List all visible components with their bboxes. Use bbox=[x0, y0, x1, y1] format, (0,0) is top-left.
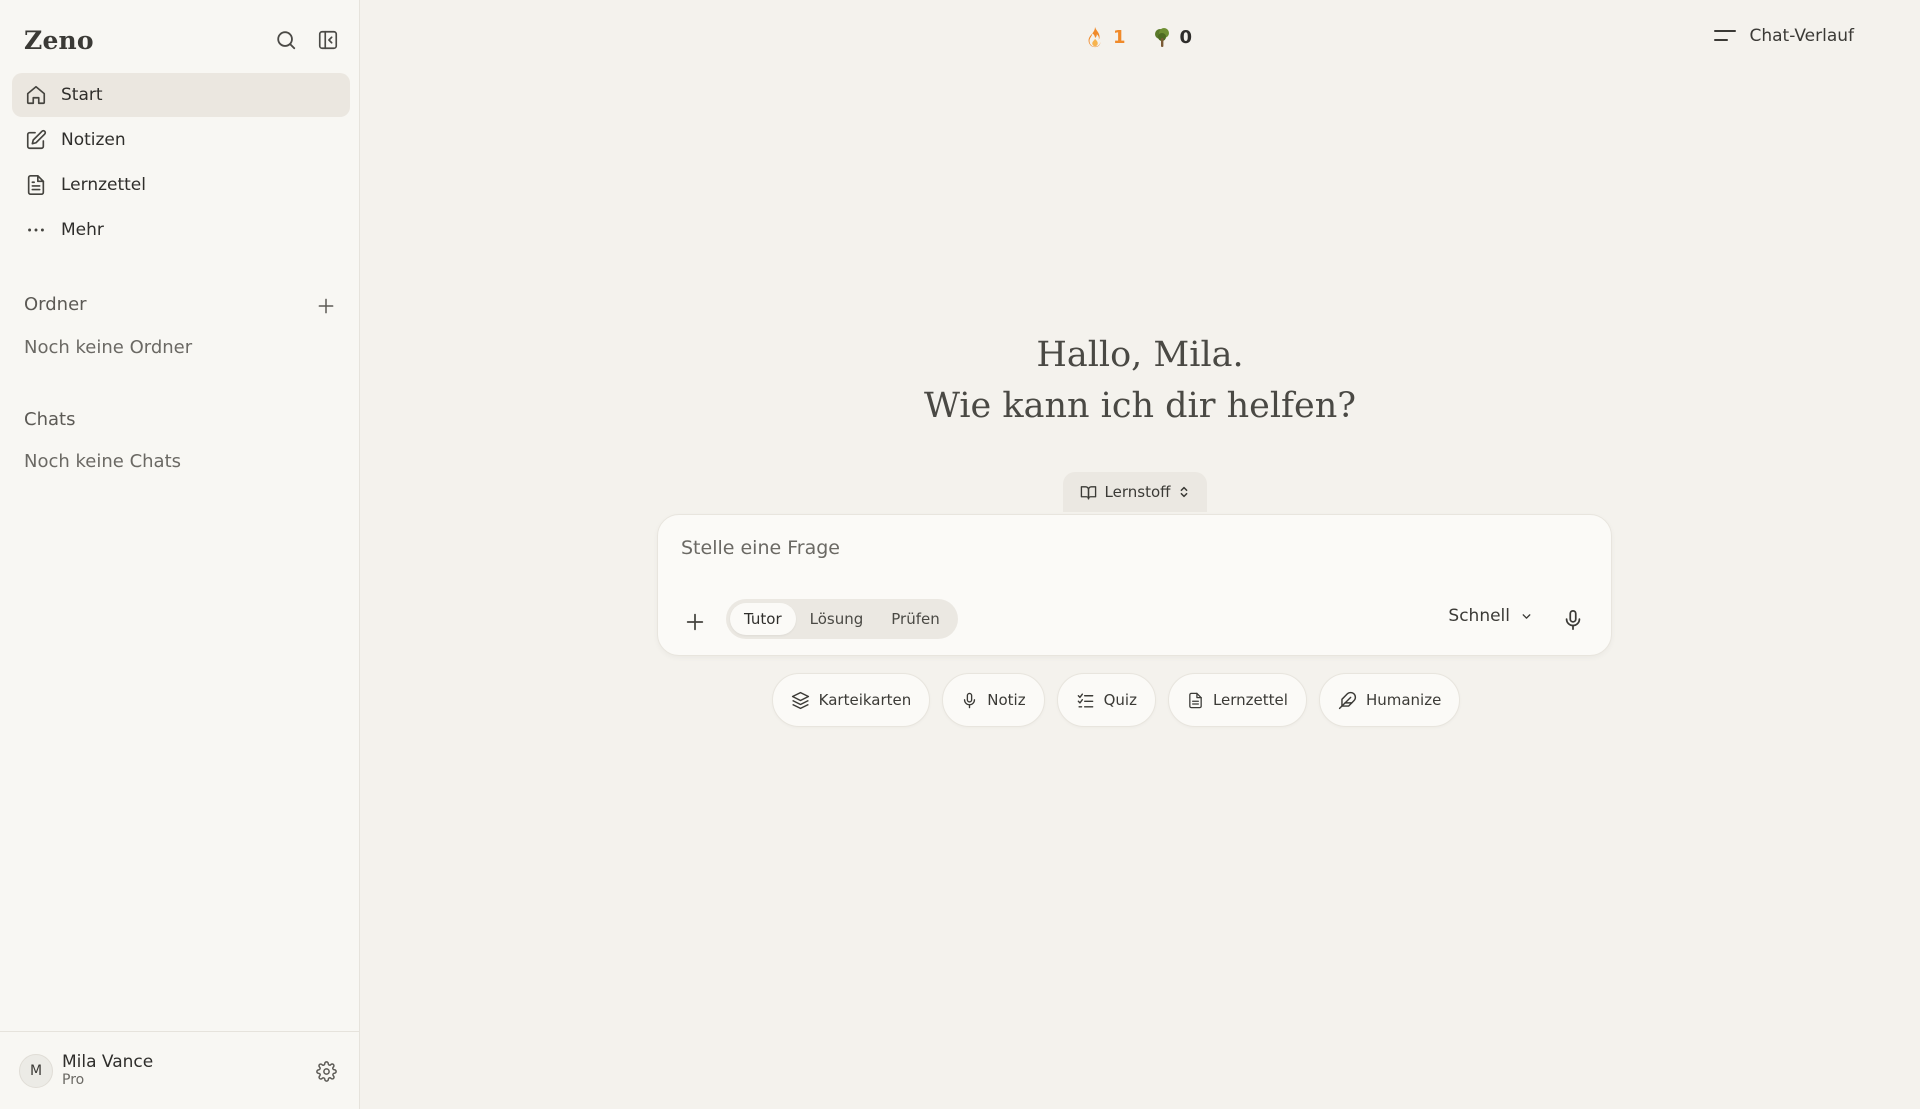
sidebar-item-label: Lernzettel bbox=[61, 175, 146, 195]
sidebar-item-label: Mehr bbox=[61, 220, 104, 240]
flame-icon bbox=[1088, 26, 1101, 48]
mode-pruefen[interactable]: Prüfen bbox=[877, 603, 953, 635]
mode-switcher: Tutor Lösung Prüfen bbox=[726, 599, 958, 639]
greeting-line-2: Wie kann ich dir helfen? bbox=[923, 386, 1356, 426]
add-attachment-icon[interactable] bbox=[681, 608, 709, 636]
sidebar-header: Zeno bbox=[24, 22, 341, 58]
streak-value: 1 bbox=[1113, 26, 1126, 48]
sidebar-item-notizen[interactable]: Notizen bbox=[12, 118, 350, 162]
sidebar-item-lernzettel[interactable]: Lernzettel bbox=[12, 163, 350, 207]
lernstoff-selector[interactable]: Lernstoff bbox=[1063, 472, 1207, 512]
feather-icon bbox=[1338, 691, 1357, 709]
sidebar-nav: Start Notizen Lernzettel Mehr bbox=[12, 73, 350, 253]
document-icon bbox=[24, 173, 48, 197]
home-icon bbox=[24, 83, 48, 107]
avatar[interactable]: M bbox=[19, 1053, 53, 1088]
greeting: Hallo, Mila. Wie kann ich dir helfen? bbox=[360, 330, 1920, 432]
brand-logo[interactable]: Zeno bbox=[24, 26, 94, 55]
chevron-updown-icon bbox=[1181, 486, 1188, 498]
action-karteikarten[interactable]: Karteikarten bbox=[771, 673, 931, 727]
microphone-icon bbox=[964, 692, 976, 708]
mode-loesung[interactable]: Lösung bbox=[796, 603, 878, 635]
layers-icon bbox=[791, 691, 809, 709]
action-label: Quiz bbox=[1103, 691, 1137, 709]
tree-counter[interactable]: 0 bbox=[1152, 26, 1193, 48]
user-info[interactable]: Mila Vance Pro bbox=[62, 1052, 153, 1089]
chats-empty-text: Noch keine Chats bbox=[24, 451, 182, 472]
streak-counter[interactable]: 1 bbox=[1085, 26, 1126, 48]
lernstoff-label: Lernstoff bbox=[1104, 483, 1171, 501]
chat-composer: Tutor Lösung Prüfen Schnell bbox=[657, 514, 1612, 656]
action-label: Karteikarten bbox=[818, 691, 912, 709]
collapse-sidebar-icon[interactable] bbox=[315, 27, 341, 53]
document-icon bbox=[1189, 692, 1202, 708]
menu-lines-icon bbox=[1714, 30, 1737, 41]
tree-value: 0 bbox=[1179, 26, 1193, 48]
main-area: 1 0 Chat-Verlauf Hallo, Mila. Wie kann i… bbox=[360, 0, 1920, 1109]
speed-label: Schnell bbox=[1448, 606, 1510, 626]
sidebar-item-label: Start bbox=[61, 85, 103, 105]
mode-tutor[interactable]: Tutor bbox=[730, 603, 796, 635]
quick-actions: Karteikarten Notiz Quiz Lernzettel Human… bbox=[360, 673, 1920, 727]
action-lernzettel[interactable]: Lernzettel bbox=[1167, 673, 1307, 727]
edit-icon bbox=[24, 128, 48, 152]
action-notiz[interactable]: Notiz bbox=[942, 673, 1045, 727]
action-label: Humanize bbox=[1365, 691, 1442, 709]
chat-history-label: Chat-Verlauf bbox=[1749, 26, 1854, 46]
greeting-line-1: Hallo, Mila. bbox=[1036, 335, 1244, 375]
action-humanize[interactable]: Humanize bbox=[1318, 673, 1461, 727]
gear-icon[interactable] bbox=[313, 1058, 339, 1084]
chevron-down-icon bbox=[1522, 613, 1531, 619]
sidebar-item-start[interactable]: Start bbox=[12, 73, 350, 117]
sidebar: Zeno Start Notizen Lernzettel Mehr Ordne… bbox=[0, 0, 360, 1109]
user-plan: Pro bbox=[62, 1072, 85, 1089]
sidebar-item-label: Notizen bbox=[61, 130, 126, 150]
speed-selector[interactable]: Schnell bbox=[1448, 606, 1533, 626]
action-label: Lernzettel bbox=[1212, 691, 1288, 709]
action-label: Notiz bbox=[987, 691, 1026, 709]
action-quiz[interactable]: Quiz bbox=[1056, 673, 1156, 727]
sidebar-item-mehr[interactable]: Mehr bbox=[12, 208, 350, 252]
checklist-icon bbox=[1077, 692, 1093, 708]
user-bar: M Mila Vance Pro bbox=[0, 1031, 359, 1109]
folders-title: Ordner bbox=[24, 294, 87, 315]
search-icon[interactable] bbox=[273, 27, 299, 53]
book-icon bbox=[1080, 485, 1096, 500]
app: Zeno Start Notizen Lernzettel Mehr Ordne… bbox=[0, 0, 1920, 1109]
microphone-icon[interactable] bbox=[1558, 605, 1588, 635]
question-input[interactable] bbox=[681, 537, 1561, 559]
user-name: Mila Vance bbox=[62, 1051, 154, 1072]
folders-empty-text: Noch keine Ordner bbox=[24, 337, 193, 358]
tree-icon bbox=[1154, 28, 1169, 47]
chat-history-button[interactable]: Chat-Verlauf bbox=[1713, 26, 1854, 46]
chats-title: Chats bbox=[24, 409, 76, 430]
more-icon bbox=[24, 218, 48, 242]
stats-bar: 1 0 bbox=[1085, 26, 1192, 48]
add-folder-icon[interactable] bbox=[313, 293, 339, 319]
